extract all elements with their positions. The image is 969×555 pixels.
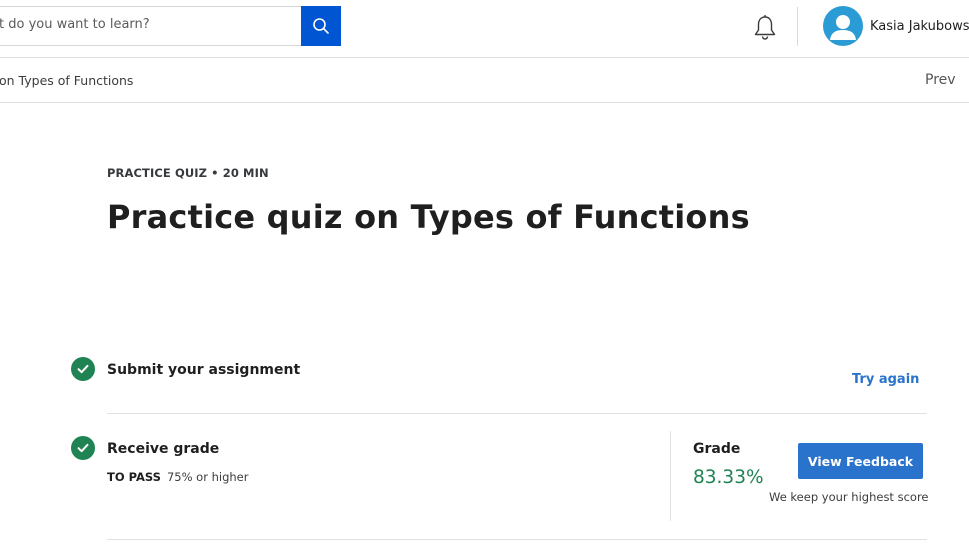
try-again-link[interactable]: Try again [852,372,919,387]
item-navigation-bar: on Types of Functions Prev [0,58,969,103]
quiz-page: t do you want to learn? Kasia Jakubowsk [0,0,969,555]
step-grade-title: Receive grade [107,441,220,457]
grade-label: Grade [693,441,741,457]
view-feedback-button[interactable]: View Feedback [798,443,923,479]
pass-requirement: TO PASS 75% or higher [107,470,248,484]
search-button[interactable] [301,6,341,46]
avatar[interactable] [823,6,863,46]
check-circle-icon [71,357,95,381]
search-input[interactable] [0,6,301,46]
step-submit-title: Submit your assignment [107,362,301,378]
user-name[interactable]: Kasia Jakubowsk [870,19,969,34]
search-icon [313,18,329,34]
notifications-button[interactable] [752,14,778,42]
bell-icon [754,15,776,40]
grade-value: 83.33% [693,467,764,488]
breadcrumb[interactable]: on Types of Functions [0,73,133,88]
item-type-label: PRACTICE QUIZ • 20 MIN [107,166,269,180]
step-divider [107,539,927,540]
avatar-icon [830,15,856,40]
header-divider [797,7,798,46]
top-header: t do you want to learn? Kasia Jakubowsk [0,0,969,58]
grade-divider [670,431,671,521]
check-circle-icon [71,436,95,460]
to-pass-value: 75% or higher [166,470,249,484]
step-divider [107,413,927,414]
highest-score-note: We keep your highest score [769,490,929,504]
page-title: Practice quiz on Types of Functions [107,198,750,236]
to-pass-label: TO PASS [107,470,161,484]
prev-link[interactable]: Prev [925,72,956,88]
